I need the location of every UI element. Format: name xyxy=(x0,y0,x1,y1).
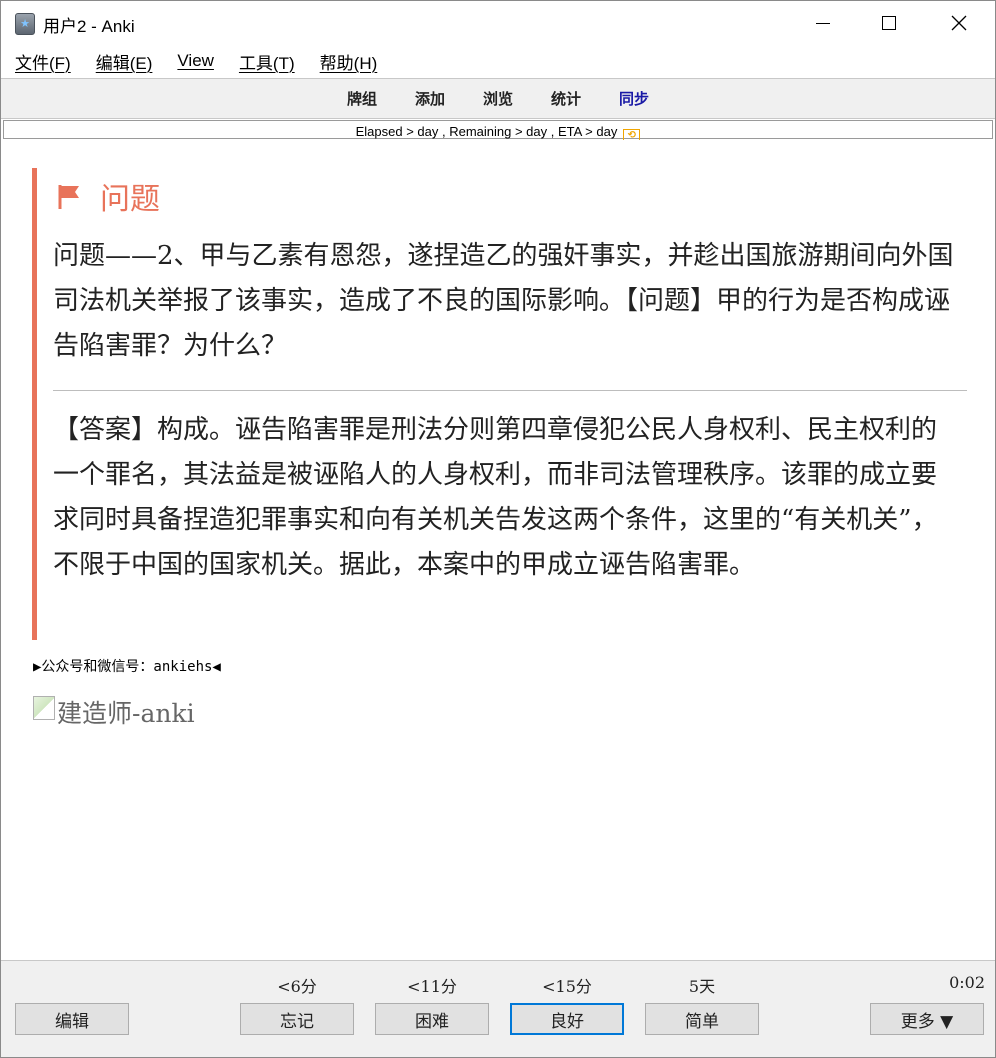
toolbar-decks[interactable]: 牌组 xyxy=(347,88,377,109)
question-title: 问题 xyxy=(100,182,160,217)
maximize-icon xyxy=(882,16,896,30)
progress-text: Elapsed > day , Remaining > day , ETA > … xyxy=(355,124,618,139)
image-alt-text: 建造师-anki xyxy=(57,699,195,728)
wechat-line: ▶公众号和微信号：ankiehs◀ xyxy=(33,659,221,675)
answer-divider xyxy=(53,390,967,391)
interval-easy: 5天 xyxy=(688,977,716,996)
broken-image-icon xyxy=(33,696,55,720)
window-title: 用户2 - Anki xyxy=(43,17,135,36)
menu-help[interactable]: 帮助(H) xyxy=(312,49,386,74)
menu-bar: 文件(F) 编辑(E) View 工具(T) 帮助(H) xyxy=(1,45,995,77)
close-button[interactable] xyxy=(923,1,995,45)
interval-again: <6分 xyxy=(277,977,317,996)
anki-window: ★ 用户2 - Anki 文件(F) 编辑(E) View 工具(T) 帮助(H… xyxy=(0,0,996,1058)
broken-image: 建造师-anki xyxy=(33,694,195,730)
answer-bar: <6分 <11分 <15分 5天 0:02 编辑 忘记 困难 良好 简单 更多 … xyxy=(1,960,995,1057)
good-button[interactable]: 良好 xyxy=(510,1003,624,1035)
easy-button[interactable]: 简单 xyxy=(645,1003,759,1035)
question-header: 问题 xyxy=(57,174,160,218)
answer-text: 【答案】构成。诬告陷害罪是刑法分则第四章侵犯公民人身权利、民主权利的一个罪名，其… xyxy=(53,415,938,580)
minimize-icon xyxy=(816,22,830,24)
menu-edit[interactable]: 编辑(E) xyxy=(88,49,161,74)
again-button[interactable]: 忘记 xyxy=(240,1003,354,1035)
hard-button[interactable]: 困难 xyxy=(375,1003,489,1035)
anki-app-icon: ★ xyxy=(15,13,35,35)
toolbar-stats[interactable]: 统计 xyxy=(551,88,581,109)
interval-hard: <11分 xyxy=(407,977,457,996)
card-view: 问题 问题——2、甲与乙素有恩怨，遂捏造乙的强奸事实，并趁出国旅游期间向外国司法… xyxy=(1,140,995,960)
maximize-button[interactable] xyxy=(853,1,925,45)
review-timer: 0:02 xyxy=(949,973,985,992)
main-toolbar: 牌组 添加 浏览 统计 同步 xyxy=(1,78,995,119)
more-button[interactable]: 更多 ▼ xyxy=(870,1003,984,1035)
menu-view[interactable]: View xyxy=(169,51,222,71)
menu-file[interactable]: 文件(F) xyxy=(7,49,79,74)
flag-icon xyxy=(58,185,79,209)
toolbar-browse[interactable]: 浏览 xyxy=(483,88,513,109)
toolbar-add[interactable]: 添加 xyxy=(415,88,445,109)
menu-tools[interactable]: 工具(T) xyxy=(231,49,303,74)
minimize-button[interactable] xyxy=(787,1,859,45)
card-accent-bar xyxy=(32,168,37,640)
interval-good: <15分 xyxy=(542,977,592,996)
progress-strip: Elapsed > day , Remaining > day , ETA > … xyxy=(3,120,993,142)
close-icon xyxy=(951,15,967,31)
title-bar: ★ 用户2 - Anki xyxy=(1,1,995,45)
edit-button[interactable]: 编辑 xyxy=(15,1003,129,1035)
toolbar-sync[interactable]: 同步 xyxy=(619,88,649,109)
question-text: 问题——2、甲与乙素有恩怨，遂捏造乙的强奸事实，并趁出国旅游期间向外国司法机关举… xyxy=(53,241,954,361)
